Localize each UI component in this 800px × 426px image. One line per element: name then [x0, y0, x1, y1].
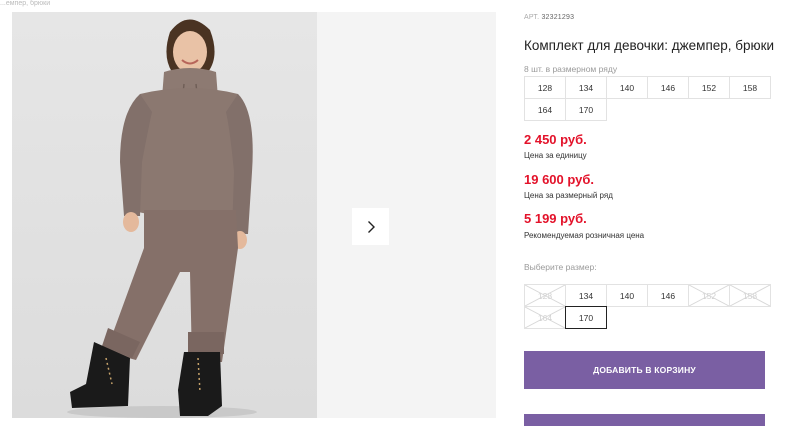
pack-size: 164: [524, 98, 566, 121]
size-option-selected[interactable]: 170: [565, 306, 607, 329]
product-title: Комплект для девочки: джемпер, брюки: [524, 38, 775, 53]
pack-size: 158: [729, 76, 771, 99]
pack-price: 19 600 руб.: [524, 172, 595, 187]
add-to-cart-button[interactable]: ДОБАВИТЬ В КОРЗИНУ: [524, 351, 765, 389]
article-number: АРТ. 32321293: [524, 14, 575, 21]
product-gallery: [12, 12, 496, 418]
size-option: 164: [524, 306, 566, 329]
retail-price: 5 199 руб.: [524, 211, 587, 226]
secondary-action-button[interactable]: [524, 414, 765, 426]
pack-size: 152: [688, 76, 730, 99]
size-select-label: Выберите размер:: [524, 262, 597, 272]
retail-price-label: Рекомендуемая розничная цена: [524, 231, 645, 240]
pack-size-grid: 128 134 140 146 152 158 164 170: [524, 76, 771, 121]
pack-label: 8 шт. в размерном ряду: [524, 64, 618, 74]
size-option[interactable]: 146: [647, 284, 689, 307]
pack-size: 128: [524, 76, 566, 99]
pack-price-label: Цена за размерный ряд: [524, 191, 613, 200]
unit-price-label: Цена за единицу: [524, 151, 587, 160]
pack-size: 140: [606, 76, 648, 99]
size-option[interactable]: 140: [606, 284, 648, 307]
chevron-right-icon: [367, 220, 375, 233]
product-photo: [12, 12, 317, 418]
gallery-next-button[interactable]: [352, 208, 389, 245]
pack-size: 146: [647, 76, 689, 99]
breadcrumb: ...емпер, брюки: [0, 0, 51, 7]
size-option: 128: [524, 284, 566, 307]
pack-size: 134: [565, 76, 607, 99]
size-option: 158: [729, 284, 771, 307]
size-option: 152: [688, 284, 730, 307]
size-option[interactable]: 134: [565, 284, 607, 307]
size-selector: 128 134 140 146 152 158 164 170: [524, 284, 771, 329]
unit-price: 2 450 руб.: [524, 132, 587, 147]
pack-size: 170: [565, 98, 607, 121]
